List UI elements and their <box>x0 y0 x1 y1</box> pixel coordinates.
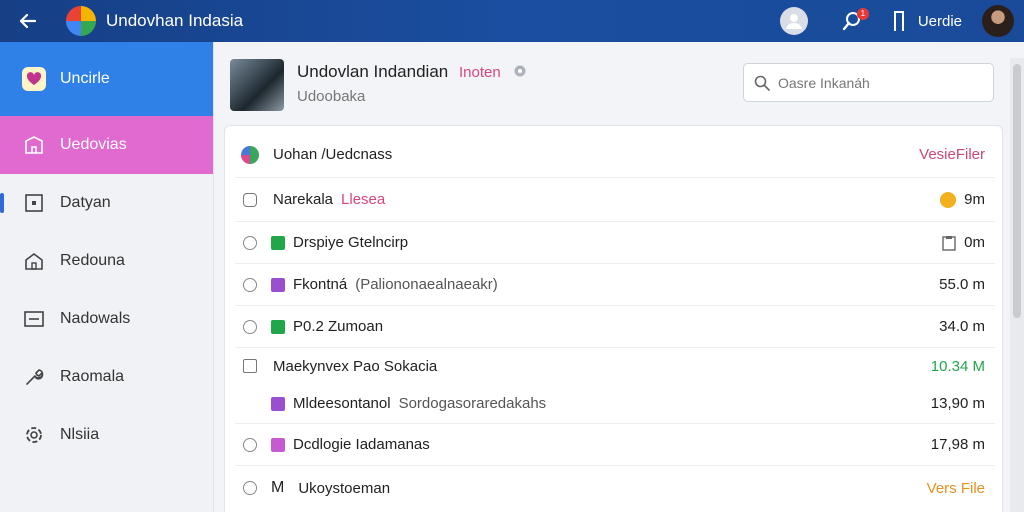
arrow-left-icon <box>19 13 36 29</box>
row-label: Narekala <box>273 191 334 208</box>
row-label: Fkontná <box>293 276 348 293</box>
page-title: Undovlan Indandian Inoten <box>297 62 527 82</box>
house-icon <box>22 249 46 273</box>
profile-button[interactable] <box>779 7 808 35</box>
avatar <box>241 145 259 164</box>
sidebar-item-uncirle[interactable]: Uncirle <box>0 42 213 116</box>
row-label: Drspiye Gtelncirp <box>293 234 409 251</box>
scrollbar-thumb[interactable] <box>1013 64 1021 318</box>
sidebar-item-label: Nlsiia <box>60 426 100 443</box>
row-label: P0.2 Zumoan <box>293 318 384 335</box>
list-item[interactable]: Drspiye Gtelncirp 0m <box>235 222 995 264</box>
app-title: Undovhan Indasia <box>106 11 244 30</box>
row-radio[interactable] <box>243 437 257 452</box>
purple-file-icon <box>271 396 285 411</box>
search-icon <box>754 75 770 91</box>
row-value: 55.0 m <box>939 276 985 293</box>
top-bar: Undovhan Indasia 1 Uerdie <box>0 0 1024 42</box>
row-value-text: 9m <box>964 191 985 208</box>
sidebar-item-label: Uncirle <box>60 70 110 87</box>
sidebar: Uncirle Uedovias Datyan Redouna Nadowals… <box>0 42 214 512</box>
sidebar-item-uedovias[interactable]: Uedovias <box>0 116 213 174</box>
sidebar-item-nlsiia[interactable]: Nlsiia <box>0 406 213 464</box>
sidebar-item-datyan[interactable]: Datyan <box>0 174 213 232</box>
sidebar-item-label: Raomala <box>60 368 125 385</box>
row-value: 0m <box>942 234 995 251</box>
list-item[interactable]: Narekala Llesea 9m <box>235 178 995 222</box>
list-item[interactable]: P0.2 Zumoan 34.0 m <box>235 306 995 348</box>
row-label: Dcdlogie Iadamanas <box>293 436 430 453</box>
back-button[interactable] <box>0 0 54 42</box>
sidebar-item-redouna[interactable]: Redouna <box>0 232 213 290</box>
user-icon <box>785 14 802 29</box>
row-value: 10.34 M <box>930 357 985 375</box>
sidebar-item-label: Redouna <box>60 252 125 269</box>
purple-check-icon <box>271 437 285 452</box>
file-icon <box>243 192 257 207</box>
user-avatar[interactable] <box>982 5 1014 37</box>
header-thumbnail <box>230 59 284 111</box>
row-value: 9m <box>940 191 995 208</box>
row-radio[interactable] <box>243 319 257 334</box>
list-item[interactable]: Fkontná (Paliononaealnaeakr) 55.0 m <box>235 264 995 306</box>
warning-icon <box>940 191 957 208</box>
list-item[interactable]: Uohan /Uedcnass VesieFiler <box>235 132 995 178</box>
title-tag: Inoten <box>458 64 501 81</box>
sidebar-item-label: Nadowals <box>60 310 131 327</box>
square-icon <box>22 191 46 215</box>
notifications-button[interactable]: 1 <box>838 7 869 35</box>
row-label: Ukoystoeman <box>298 479 391 497</box>
page-title-text: Undovlan Indandian <box>297 62 449 81</box>
bookmark-icon[interactable] <box>893 11 904 31</box>
row-extra: Llesea <box>341 191 386 208</box>
sidebar-item-label: Datyan <box>60 194 111 211</box>
settings-icon <box>22 423 46 447</box>
card-icon <box>22 307 46 331</box>
search-box[interactable] <box>743 63 994 102</box>
notification-badge: 1 <box>856 8 869 20</box>
gear-icon[interactable] <box>513 64 527 78</box>
row-value: 13,90 m <box>930 395 985 412</box>
row-value-text: 0m <box>964 234 985 251</box>
row-lead-letter: M <box>271 479 285 496</box>
sidebar-item-label: Uedovias <box>60 136 127 153</box>
list-item[interactable]: Dcdlogie Iadamanas 17,98 m <box>235 424 995 466</box>
page-subtitle: Udoobaka <box>297 88 366 105</box>
row-label: Uohan /Uedcnass <box>273 146 393 163</box>
row-label: Maekynvex Pao Sokacia <box>273 357 438 375</box>
building-icon <box>22 133 46 157</box>
row-label: Mldeesontanol <box>293 395 391 412</box>
row-radio[interactable] <box>243 277 257 292</box>
green-check-icon <box>271 235 285 250</box>
list-item[interactable]: Maekynvex Pao Sokacia 10.34 M <box>235 348 995 384</box>
row-radio[interactable] <box>243 481 257 495</box>
app-logo <box>66 6 96 36</box>
row-value[interactable]: Vers File <box>927 480 995 497</box>
green-check-icon <box>271 319 285 334</box>
file-list-panel: Uohan /Uedcnass VesieFiler Narekala Lles… <box>224 125 1003 512</box>
row-extra: Sordogasoraredakahs <box>398 395 547 412</box>
row-value[interactable]: VesieFiler <box>919 146 995 163</box>
purple-check-icon <box>271 277 285 292</box>
scrollbar[interactable] <box>1010 58 1024 512</box>
clipboard-icon <box>942 235 956 251</box>
row-checkbox[interactable] <box>243 359 257 373</box>
heart-icon <box>22 67 46 91</box>
list-item[interactable]: M Ukoystoeman Vers File <box>235 466 995 510</box>
sidebar-item-nadowals[interactable]: Nadowals <box>0 290 213 348</box>
row-radio[interactable] <box>243 235 257 250</box>
row-value: 17,98 m <box>930 436 985 453</box>
search-input[interactable] <box>778 74 978 91</box>
top-user-name[interactable]: Uerdie <box>918 13 962 30</box>
sidebar-item-raomala[interactable]: Raomala <box>0 348 213 406</box>
row-extra: (Paliononaealnaeakr) <box>355 276 498 293</box>
wrench-icon <box>22 365 46 389</box>
row-value: 34.0 m <box>939 318 985 335</box>
list-item[interactable]: Mldeesontanol Sordogasoraredakahs 13,90 … <box>235 384 995 424</box>
